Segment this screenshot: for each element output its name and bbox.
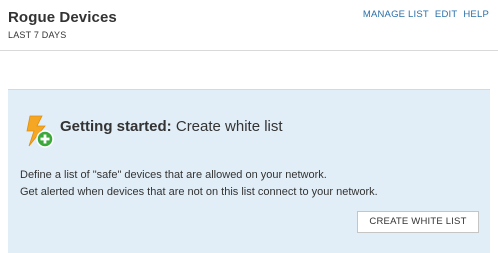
create-white-list-button[interactable]: CREATE WHITE LIST	[357, 211, 479, 233]
edit-link[interactable]: EDIT	[435, 9, 457, 20]
description: Define a list of "safe" devices that are…	[20, 167, 378, 201]
getting-started-heading: Getting started: Create white list	[60, 118, 283, 135]
lightning-plus-icon	[26, 115, 54, 148]
heading-bold: Getting started:	[60, 118, 172, 135]
getting-started-panel: Getting started: Create white list Defin…	[8, 89, 490, 253]
manage-list-link[interactable]: MANAGE LIST	[363, 9, 429, 20]
heading-rest: Create white list	[171, 118, 283, 135]
widget-title: Rogue Devices	[8, 9, 117, 26]
description-line-1: Define a list of "safe" devices that are…	[20, 169, 327, 181]
widget-header: Rogue Devices LAST 7 DAYS MANAGE LIST ED…	[0, 0, 498, 51]
rogue-devices-widget: Rogue Devices LAST 7 DAYS MANAGE LIST ED…	[0, 0, 498, 253]
help-link[interactable]: HELP	[463, 9, 489, 20]
description-line-2: Get alerted when devices that are not on…	[20, 186, 378, 198]
widget-subtitle: LAST 7 DAYS	[8, 30, 67, 40]
header-links: MANAGE LIST EDIT HELP	[363, 9, 489, 20]
